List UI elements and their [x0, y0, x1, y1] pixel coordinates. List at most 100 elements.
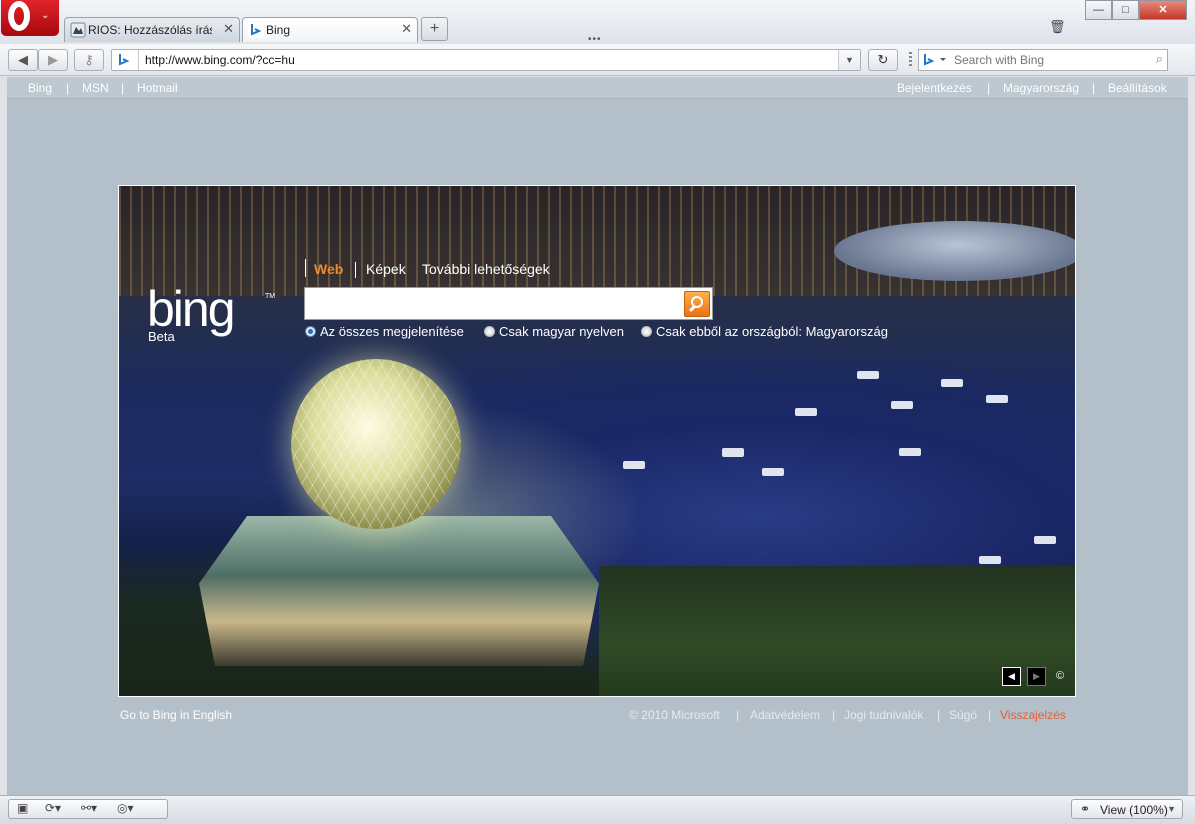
boat: [857, 371, 879, 379]
tab-more[interactable]: További lehetőségek: [422, 261, 550, 277]
panel-controls: ▣ ⟳▾ ⚯▾ ◎▾: [8, 799, 168, 819]
previous-image-button[interactable]: ◀: [1002, 667, 1021, 686]
stadium-dome: [834, 221, 1075, 281]
reload-icon: ↻: [877, 52, 889, 67]
bing-favicon-icon: [119, 54, 130, 66]
url-text[interactable]: http://www.bing.com/?cc=hu: [145, 53, 295, 67]
radio-hungarian[interactable]: Csak magyar nyelven: [484, 324, 624, 339]
back-button[interactable]: ◀: [8, 49, 38, 71]
footer-link-help[interactable]: Súgó: [949, 708, 977, 722]
boat: [795, 408, 817, 416]
nav-link-hotmail[interactable]: Hotmail: [137, 81, 178, 95]
go-to-bing-english-link[interactable]: Go to Bing in English: [120, 708, 232, 722]
tab-label: Bing: [266, 23, 291, 37]
toolbar-grip[interactable]: [909, 52, 912, 68]
rios-favicon-icon: [70, 22, 86, 38]
bing-search-input[interactable]: [309, 292, 679, 316]
tab-separator: [355, 262, 356, 278]
address-dropdown-button[interactable]: ▼: [838, 50, 860, 70]
footer-copyright: © 2010 Microsoft: [629, 708, 720, 722]
next-image-button[interactable]: ▶: [1027, 667, 1046, 686]
boat: [1034, 536, 1056, 544]
tab-bing[interactable]: Bing ✕: [242, 17, 418, 42]
nav-link-signin[interactable]: Bejelentkezés: [897, 81, 972, 95]
footer-link-privacy[interactable]: Adatvédelem: [750, 708, 820, 722]
tab-images[interactable]: Képek: [366, 261, 406, 277]
nav-link-msn[interactable]: MSN: [82, 81, 109, 95]
minimize-button[interactable]: —: [1085, 0, 1112, 20]
nav-separator: |: [1092, 81, 1096, 95]
bing-search-box[interactable]: [304, 287, 713, 320]
nav-separator: |: [66, 81, 70, 95]
search-input[interactable]: [954, 51, 1149, 69]
close-window-button[interactable]: ✕: [1139, 0, 1187, 20]
radio-selected-icon: [305, 326, 316, 337]
title-bar: ⌄ RIOS: Hozzászólás írás... ✕ Bing ✕ + •…: [0, 0, 1195, 45]
trash-icon[interactable]: 🗑: [1049, 19, 1067, 35]
reload-button[interactable]: ↻: [868, 49, 898, 71]
radio-country[interactable]: Csak ebből az országból: Magyarország: [641, 324, 888, 339]
boat: [722, 448, 744, 456]
nav-separator: |: [121, 81, 125, 95]
key-icon: ⚷: [84, 52, 94, 67]
boat: [899, 448, 921, 456]
sync-icon[interactable]: ⟳▾: [45, 801, 61, 815]
footer-link-legal[interactable]: Jogi tudnivalók: [844, 708, 923, 722]
close-tab-icon[interactable]: ✕: [223, 21, 234, 37]
footer-separator: |: [736, 708, 740, 722]
bing-favicon-icon: [248, 22, 264, 38]
address-bar[interactable]: http://www.bing.com/?cc=hu ▼: [111, 49, 861, 71]
nav-link-bing[interactable]: Bing: [28, 81, 52, 95]
new-tab-button[interactable]: +: [421, 17, 448, 41]
maximize-button[interactable]: □: [1112, 0, 1139, 20]
turbo-icon[interactable]: ◎▾: [117, 801, 134, 815]
footer-separator: |: [937, 708, 941, 722]
unite-icon[interactable]: ⚯▾: [81, 801, 97, 815]
homepage-background-image: bing TM Beta Web Képek További lehetőség…: [118, 185, 1076, 697]
page-content: Bing | MSN | Hotmail Bejelentkezés | Mag…: [7, 77, 1188, 795]
opera-logo-icon: [8, 1, 30, 31]
boat: [762, 468, 784, 476]
chevron-down-icon: ▼: [1167, 804, 1176, 814]
footer-separator: |: [832, 708, 836, 722]
tab-web[interactable]: Web: [314, 261, 343, 277]
status-bar: ▣ ⟳▾ ⚯▾ ◎▾ ⚭ View (100%) ▼: [0, 795, 1195, 824]
boat: [941, 379, 963, 387]
nav-link-country[interactable]: Magyarország: [1003, 81, 1079, 95]
forward-arrow-icon: ▶: [48, 52, 58, 67]
address-divider: [138, 50, 139, 70]
boat: [623, 461, 645, 469]
chevron-down-icon: ⌄: [41, 10, 50, 21]
opera-menu-button[interactable]: ⌄: [1, 0, 59, 36]
boat: [979, 556, 1001, 564]
radio-all[interactable]: Az összes megjelenítése: [305, 324, 464, 339]
radio-unselected-icon: [641, 326, 652, 337]
nav-link-settings[interactable]: Beállítások: [1108, 81, 1167, 95]
close-tab-icon[interactable]: ✕: [401, 21, 412, 37]
beta-label: Beta: [148, 329, 175, 344]
panel-toggle-icon[interactable]: ▣: [17, 801, 28, 815]
zoom-label: View (100%): [1100, 803, 1168, 817]
site-info-button[interactable]: ⚷: [74, 49, 104, 71]
geodesic-dome: [291, 359, 461, 529]
trademark-mark: TM: [265, 293, 276, 300]
radio-unselected-icon: [484, 326, 495, 337]
back-arrow-icon: ◀: [18, 52, 28, 67]
navigation-toolbar: ◀ ▶ ⚷ http://www.bing.com/?cc=hu ▼ ↻ ⌕: [0, 44, 1195, 76]
view-zoom-button[interactable]: ⚭ View (100%) ▼: [1071, 799, 1183, 819]
footer-separator: |: [988, 708, 992, 722]
copyright-info-button[interactable]: ©: [1056, 670, 1064, 682]
forward-button[interactable]: ▶: [38, 49, 68, 71]
boat: [986, 395, 1008, 403]
tab-label: RIOS: Hozzászólás írás...: [88, 23, 212, 37]
search-submit-button[interactable]: [684, 291, 710, 317]
search-engine-icon[interactable]: [921, 52, 951, 68]
science-center-building: [199, 516, 599, 666]
search-icon[interactable]: ⌕: [1156, 51, 1163, 67]
tab-rios[interactable]: RIOS: Hozzászólás írás... ✕: [64, 17, 240, 42]
search-tab-bar: [305, 259, 306, 277]
search-box[interactable]: ⌕: [918, 49, 1168, 71]
binoculars-icon: ⚭: [1080, 802, 1091, 816]
bing-top-nav: Bing | MSN | Hotmail Bejelentkezés | Mag…: [7, 77, 1188, 99]
footer-link-feedback[interactable]: Visszajelzés: [1000, 708, 1066, 722]
